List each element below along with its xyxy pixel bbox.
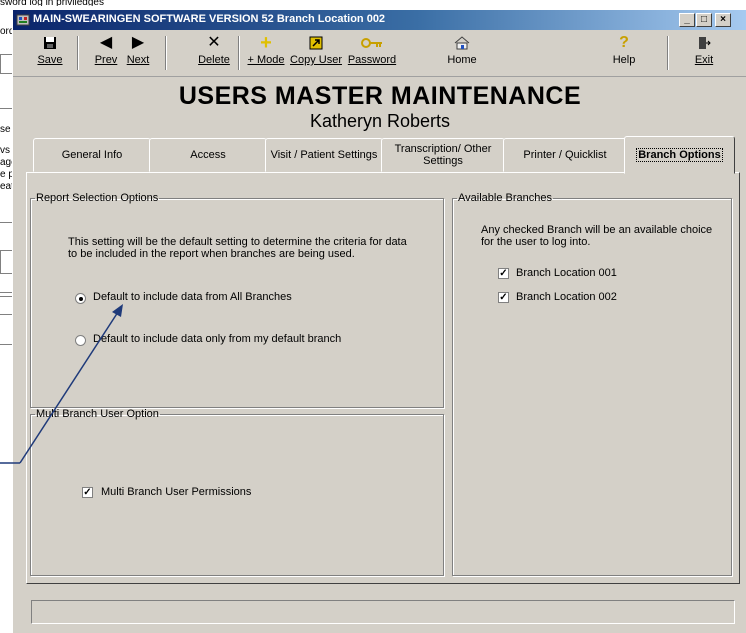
tab-label: Branch Options [636,148,723,162]
tab-branch-options[interactable]: Branch Options [624,136,735,174]
annotation-arrow [0,304,123,464]
